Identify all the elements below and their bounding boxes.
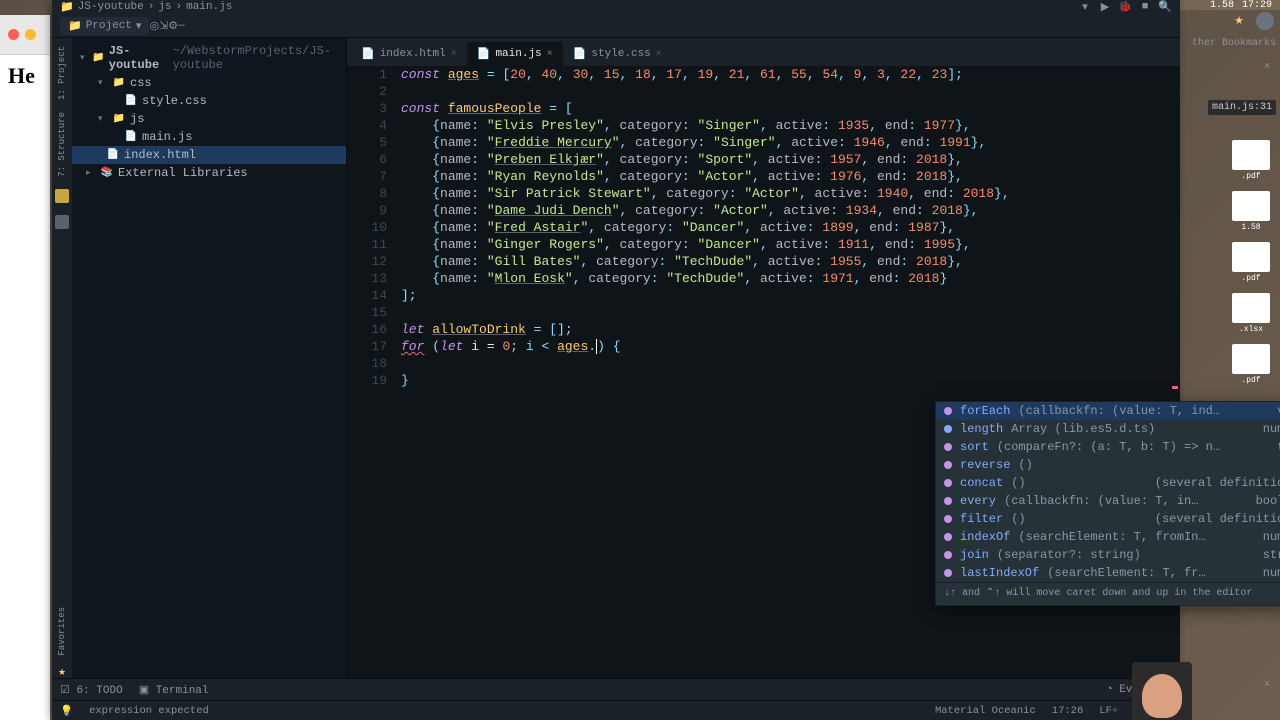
code-completion-popup[interactable]: forEach(callbackfn: (value: T, ind…voidl…	[935, 401, 1280, 606]
star-icon[interactable]: ★	[58, 668, 66, 678]
desktop-file[interactable]: 1.58	[1226, 191, 1276, 232]
search-icon[interactable]: 🔍	[1158, 0, 1172, 14]
error-stripe[interactable]	[1172, 386, 1178, 389]
tool-project-tab[interactable]: 1: Project	[57, 46, 67, 100]
project-dropdown[interactable]: 📁 Project ▾	[60, 17, 149, 35]
webcam-overlay	[1132, 662, 1192, 720]
desktop-file[interactable]: .pdf	[1226, 242, 1276, 283]
avatar-icon[interactable]	[1256, 12, 1274, 30]
tool-favorites-tab[interactable]: Favorites	[57, 607, 67, 656]
tree-css-file[interactable]: 📄style.css	[72, 92, 346, 110]
browser-window-behind: He	[0, 15, 50, 720]
tree-css-dir[interactable]: ▾📁css	[72, 74, 346, 92]
close-icon[interactable]: ×	[656, 49, 662, 60]
star-icon[interactable]: ★	[1234, 14, 1244, 28]
close-icon[interactable]: ×	[1260, 60, 1274, 74]
tool-icon[interactable]	[55, 215, 69, 229]
tool-structure-tab[interactable]: 7: Structure	[57, 112, 67, 177]
target-icon[interactable]: ◎	[149, 19, 159, 33]
bottom-tool-tabs: ☑ 6: TODO ▣ Terminal ◔ Event Lo	[52, 678, 1180, 700]
close-icon[interactable]: ×	[547, 49, 553, 60]
project-tree: ▾📁JS-youtube ~/WebstormProjects/JS-youtu…	[72, 38, 347, 678]
completion-item[interactable]: forEach(callbackfn: (value: T, ind…void	[936, 402, 1280, 420]
line-gutter: 12345678910111213141516171819	[347, 66, 397, 678]
completion-item[interactable]: reverse()T[]	[936, 456, 1280, 474]
crumb-project[interactable]: JS-youtube	[78, 1, 144, 13]
status-theme[interactable]: Material Oceanic	[935, 705, 1036, 717]
file-indicator: main.js:31	[1208, 100, 1276, 115]
desktop-file[interactable]: .xlsx	[1226, 293, 1276, 334]
completion-item[interactable]: lastIndexOf(searchElement: T, fr…number	[936, 564, 1280, 582]
status-message: expression expected	[89, 705, 209, 717]
completion-hint: ↓↑ and ⌃↑ will move caret down and up in…	[936, 582, 1280, 605]
tree-index-file[interactable]: 📄index.html	[72, 146, 346, 164]
completion-item[interactable]: every(callbackfn: (value: T, in…boolean	[936, 492, 1280, 510]
tree-external-libs[interactable]: ▸📚External Libraries	[72, 164, 346, 182]
breadcrumb-bar: 📁 JS-youtube › js › main.js ▾ ▶ 🐞 ■ 🔍	[52, 0, 1180, 14]
tab-main[interactable]: 📄main.js×	[467, 42, 563, 66]
bookmarks-bar-fragment[interactable]: ther Bookmarks	[1192, 38, 1276, 49]
status-lineending[interactable]: LF÷	[1099, 705, 1118, 717]
desktop-file[interactable]: .pdf	[1226, 140, 1276, 181]
completion-item[interactable]: indexOf(searchElement: T, fromIn…number	[936, 528, 1280, 546]
tree-js-file[interactable]: 📄main.js	[72, 128, 346, 146]
status-position[interactable]: 17:26	[1052, 705, 1084, 717]
bookmark-icon[interactable]	[55, 189, 69, 203]
crumb-folder[interactable]: js	[158, 1, 171, 13]
terminal-tab[interactable]: ▣ Terminal	[139, 683, 209, 697]
completion-item[interactable]: join(separator?: string)string	[936, 546, 1280, 564]
crumb-file[interactable]: main.js	[186, 1, 232, 13]
dropdown-icon[interactable]: ▾	[1078, 0, 1092, 14]
project-icon: 📁	[60, 0, 74, 14]
editor-tabs: 📄index.html× 📄main.js× 📄style.css×	[347, 38, 1180, 66]
traffic-close-icon[interactable]	[8, 29, 19, 40]
ide-window: 📁 JS-youtube › js › main.js ▾ ▶ 🐞 ■ 🔍 📁 …	[52, 0, 1180, 720]
tab-style[interactable]: 📄style.css×	[563, 42, 672, 66]
page-heading: He	[0, 55, 50, 97]
completion-item[interactable]: length Array (lib.es5.d.ts)number	[936, 420, 1280, 438]
bulb-icon[interactable]: 💡	[60, 704, 73, 718]
tool-window-bar-left: 1: Project 7: Structure Favorites ★	[52, 38, 72, 678]
tree-js-dir[interactable]: ▾📁js	[72, 110, 346, 128]
close-icon[interactable]: ×	[451, 49, 457, 60]
code-editor[interactable]: 12345678910111213141516171819 const ages…	[347, 66, 1180, 678]
collapse-icon[interactable]: ⇲	[159, 19, 168, 33]
debug-icon[interactable]: 🐞	[1118, 0, 1132, 14]
completion-item[interactable]: sort(compareFn?: (a: T, b: T) => n…this	[936, 438, 1280, 456]
project-toolbar: 📁 Project ▾ ◎ ⇲ ⚙ —	[52, 14, 1180, 38]
status-bar: 💡 expression expected Material Oceanic 1…	[52, 700, 1180, 720]
completion-item[interactable]: concat()(several definitions)	[936, 474, 1280, 492]
tree-root[interactable]: ▾📁JS-youtube ~/WebstormProjects/JS-youtu…	[72, 42, 346, 74]
settings-icon[interactable]: ⚙	[168, 19, 178, 33]
desktop-file-icons: .pdf 1.58 .pdf .xlsx .pdf	[1226, 140, 1276, 395]
tab-index[interactable]: 📄index.html×	[351, 42, 467, 66]
run-icon[interactable]: ▶	[1098, 0, 1112, 14]
traffic-min-icon[interactable]	[25, 29, 36, 40]
completion-item[interactable]: filter()(several definitions)	[936, 510, 1280, 528]
desktop-file[interactable]: .pdf	[1226, 344, 1276, 385]
hide-icon[interactable]: —	[178, 20, 185, 32]
close-icon[interactable]: ×	[1260, 678, 1274, 692]
stop-icon[interactable]: ■	[1138, 0, 1152, 14]
todo-tab[interactable]: ☑ 6: TODO	[60, 683, 123, 697]
